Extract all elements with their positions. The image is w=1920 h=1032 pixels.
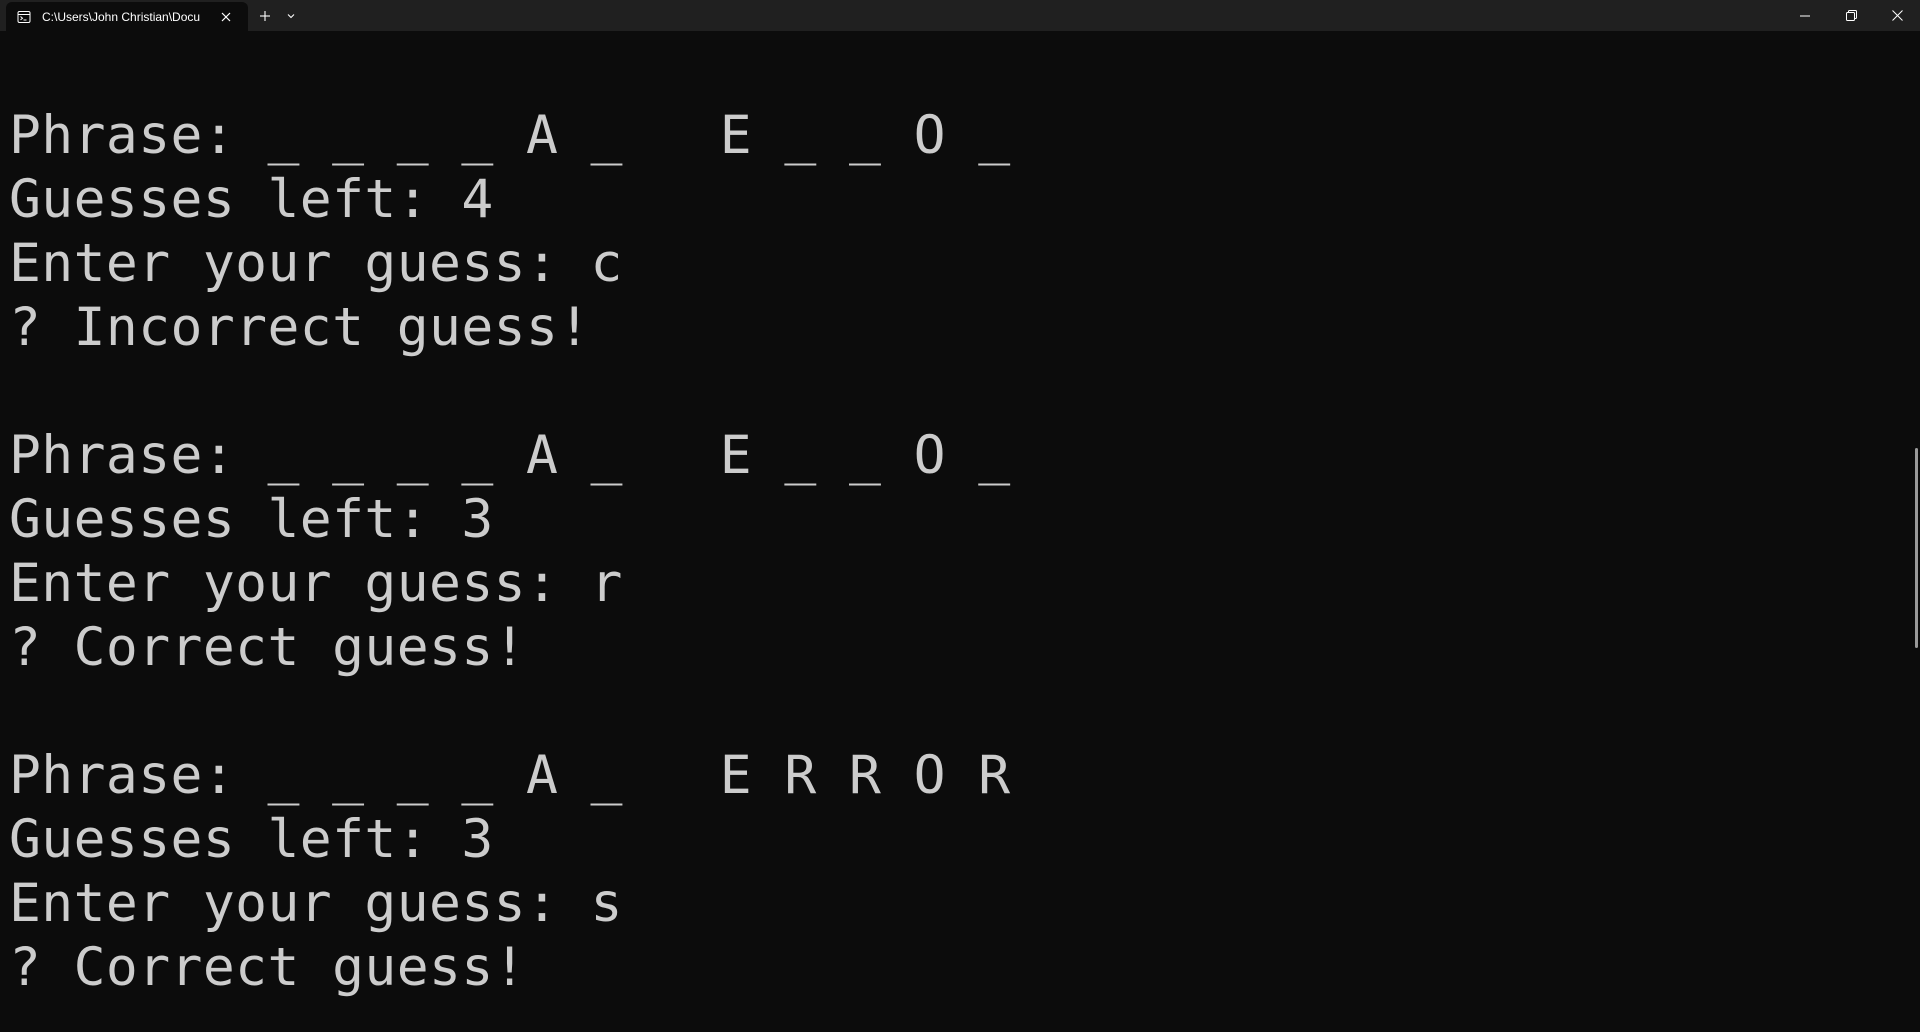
close-icon: [1891, 10, 1903, 21]
guess-result-line: ? Incorrect guess!: [9, 297, 591, 358]
guesses-left-line: Guesses left: 4: [9, 169, 494, 230]
guess-input-line: Enter your guess: s: [9, 873, 623, 934]
guess-result-line: ? Correct guess!: [9, 617, 526, 678]
chevron-down-icon: [287, 13, 295, 18]
phrase-line: Phrase: _ _ _ _ A _ E _ _ O _: [9, 425, 1011, 486]
new-tab-button[interactable]: [252, 0, 278, 31]
plus-icon: [260, 10, 270, 21]
guesses-left-line: Guesses left: 3: [9, 809, 494, 870]
terminal-tab[interactable]: C:\Users\John Christian\Docu: [6, 2, 248, 31]
phrase-line: Phrase: _ _ _ _ A _ E R R O R: [9, 745, 1011, 806]
phrase-line: Phrase: _ _ _ _ A _ E _ _ O _: [9, 105, 1011, 166]
scrollbar-thumb[interactable]: [1915, 448, 1918, 648]
title-bar-drag-area[interactable]: [304, 0, 1782, 31]
close-window-button[interactable]: [1874, 0, 1920, 31]
tab-dropdown-button[interactable]: [278, 0, 304, 31]
guesses-left-line: Guesses left: 3: [9, 489, 494, 550]
restore-button[interactable]: [1828, 0, 1874, 31]
guess-input-line: Enter your guess: c: [9, 233, 623, 294]
tab-title: C:\Users\John Christian\Docu: [42, 9, 201, 24]
terminal-icon: [17, 10, 31, 24]
minimize-icon: [1800, 15, 1810, 16]
restore-icon: [1845, 10, 1857, 21]
title-bar: C:\Users\John Christian\Docu: [0, 0, 1920, 31]
close-tab-icon[interactable]: [218, 9, 234, 25]
terminal-output[interactable]: Phrase: _ _ _ _ A _ E _ _ O _ Guesses le…: [0, 31, 1900, 1032]
guess-input-line: Enter your guess: r: [9, 553, 623, 614]
scrollbar[interactable]: [1900, 31, 1920, 1032]
guess-result-line: ? Correct guess!: [9, 937, 526, 998]
minimize-button[interactable]: [1782, 0, 1828, 31]
